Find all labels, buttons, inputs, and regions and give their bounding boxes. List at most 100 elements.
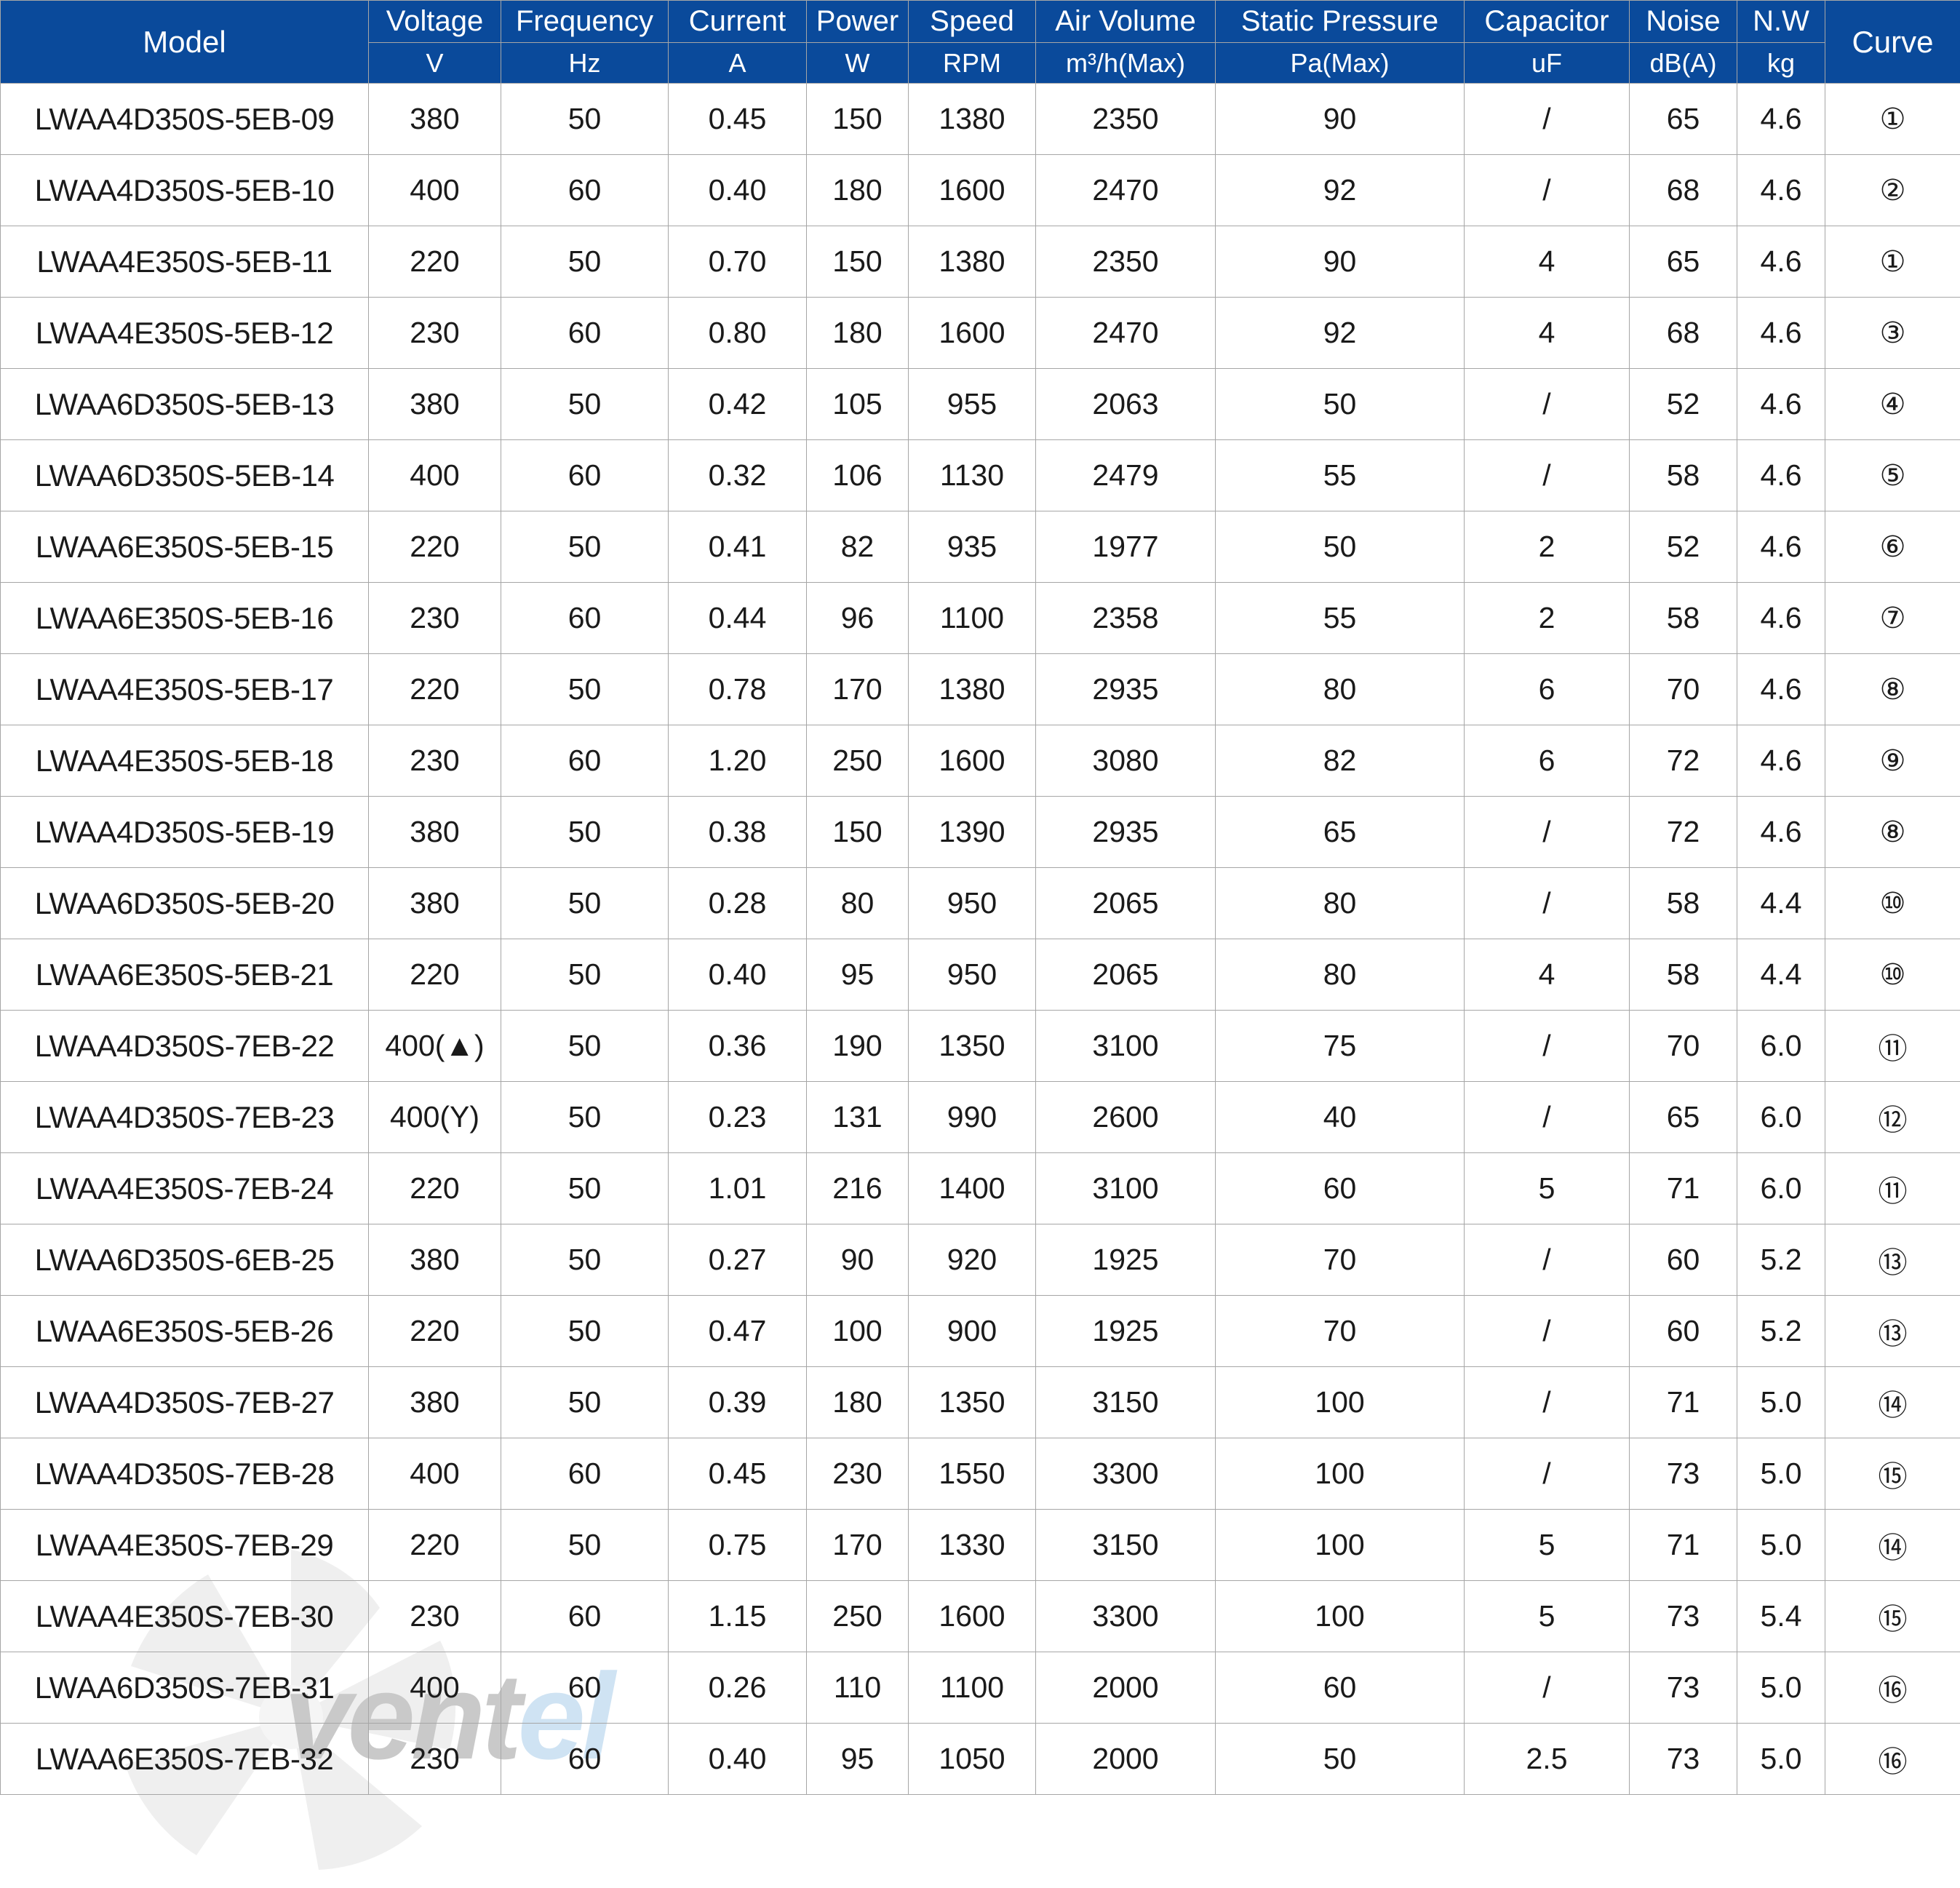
cell-speed: 1380 [908, 226, 1036, 298]
cell-static-pressure: 40 [1215, 1081, 1465, 1153]
spec-table-page: ventel Model Voltage Frequency Current P… [0, 0, 1960, 1888]
cell-capacitor: 4 [1464, 226, 1630, 298]
cell-current: 0.44 [668, 582, 807, 654]
cell-model: LWAA6D350S-7EB-31 [0, 1652, 369, 1724]
cell-model: LWAA6E350S-5EB-21 [0, 939, 369, 1011]
cell-current: 0.23 [668, 1081, 807, 1153]
cell-noise: 52 [1629, 368, 1737, 440]
table-row: LWAA4D350S-7EB-28 400 60 0.45 230 1550 3300 100… [0, 1438, 1960, 1510]
cell-capacitor: / [1464, 154, 1630, 226]
table-header: Model Voltage Frequency Current Power Sp… [0, 0, 1960, 84]
cell-noise: 71 [1629, 1152, 1737, 1224]
column-unit-voltage: V [368, 42, 501, 84]
cell-power: 180 [806, 154, 909, 226]
cell-frequency: 50 [501, 1509, 669, 1581]
cell-speed: 1600 [908, 725, 1036, 797]
cell-voltage: 380 [368, 368, 501, 440]
cell-air-volume: 2065 [1035, 939, 1216, 1011]
cell-frequency: 50 [501, 867, 669, 939]
cell-voltage: 400(▲) [368, 1010, 501, 1082]
cell-nw: 4.4 [1737, 939, 1825, 1011]
cell-noise: 72 [1629, 725, 1737, 797]
cell-capacitor: 2 [1464, 511, 1630, 583]
cell-frequency: 50 [501, 511, 669, 583]
cell-frequency: 60 [501, 1438, 669, 1510]
cell-current: 0.32 [668, 439, 807, 511]
column-unit-noise: dB(A) [1629, 42, 1737, 84]
column-header-model: Model [0, 0, 369, 84]
cell-curve: ⑯ [1825, 1652, 1960, 1724]
table-row: LWAA4D350S-5EB-19 380 50 0.38 150 1390 2935 65/… [0, 796, 1960, 868]
cell-speed: 1050 [908, 1723, 1036, 1795]
cell-current: 0.36 [668, 1010, 807, 1082]
cell-air-volume: 1977 [1035, 511, 1216, 583]
cell-current: 0.80 [668, 297, 807, 369]
cell-frequency: 60 [501, 582, 669, 654]
cell-current: 0.41 [668, 511, 807, 583]
cell-model: LWAA4D350S-7EB-28 [0, 1438, 369, 1510]
cell-frequency: 50 [501, 1295, 669, 1367]
cell-frequency: 60 [501, 1580, 669, 1652]
cell-voltage: 380 [368, 867, 501, 939]
cell-model: LWAA4E350S-5EB-11 [0, 226, 369, 298]
column-header-static-pressure: Static Pressure [1215, 0, 1465, 43]
cell-power: 95 [806, 939, 909, 1011]
cell-voltage: 230 [368, 582, 501, 654]
cell-voltage: 220 [368, 1295, 501, 1367]
cell-model: LWAA4E350S-7EB-29 [0, 1509, 369, 1581]
cell-noise: 73 [1629, 1438, 1737, 1510]
cell-current: 0.26 [668, 1652, 807, 1724]
table-row: LWAA4D350S-7EB-22 400(▲) 50 0.36 190 1350 3100… [0, 1010, 1960, 1082]
cell-curve: ① [1825, 83, 1960, 155]
cell-model: LWAA4E350S-7EB-24 [0, 1152, 369, 1224]
table-row: LWAA4E350S-5EB-18 230 60 1.20 250 1600 3080 82 6… [0, 725, 1960, 797]
cell-capacitor: / [1464, 1295, 1630, 1367]
cell-capacitor: 6 [1464, 653, 1630, 725]
cell-static-pressure: 50 [1215, 511, 1465, 583]
cell-voltage: 380 [368, 1224, 501, 1296]
cell-air-volume: 2600 [1035, 1081, 1216, 1153]
cell-curve: ⑬ [1825, 1224, 1960, 1296]
cell-static-pressure: 90 [1215, 226, 1465, 298]
cell-air-volume: 3150 [1035, 1509, 1216, 1581]
column-unit-static-pressure: Pa(Max) [1215, 42, 1465, 84]
cell-voltage: 230 [368, 1723, 501, 1795]
cell-static-pressure: 70 [1215, 1224, 1465, 1296]
column-unit-capacitor: uF [1464, 42, 1630, 84]
cell-power: 170 [806, 653, 909, 725]
cell-frequency: 60 [501, 1723, 669, 1795]
cell-nw: 4.6 [1737, 297, 1825, 369]
cell-curve: ⑤ [1825, 439, 1960, 511]
cell-curve: ② [1825, 154, 1960, 226]
table-row: LWAA4E350S-5EB-17 220 50 0.78 170 1380 2935 80 6… [0, 653, 1960, 725]
cell-voltage: 220 [368, 1509, 501, 1581]
cell-noise: 60 [1629, 1295, 1737, 1367]
cell-curve: ⑮ [1825, 1580, 1960, 1652]
cell-frequency: 60 [501, 725, 669, 797]
column-unit-frequency: Hz [501, 42, 669, 84]
table-row: LWAA4E350S-5EB-11 220 50 0.70 150 1380 2350 90 4… [0, 226, 1960, 298]
cell-air-volume: 2063 [1035, 368, 1216, 440]
column-header-current: Current [668, 0, 807, 43]
cell-noise: 70 [1629, 653, 1737, 725]
cell-frequency: 50 [501, 1224, 669, 1296]
cell-static-pressure: 100 [1215, 1509, 1465, 1581]
table-row: LWAA4D350S-7EB-23 400(Y) 50 0.23 131 990 2600 4… [0, 1081, 1960, 1153]
cell-frequency: 50 [501, 1010, 669, 1082]
column-unit-current: A [668, 42, 807, 84]
cell-capacitor: / [1464, 867, 1630, 939]
cell-current: 0.40 [668, 154, 807, 226]
cell-capacitor: 6 [1464, 725, 1630, 797]
cell-static-pressure: 92 [1215, 154, 1465, 226]
table-row: LWAA4E350S-7EB-29 220 50 0.75 170 1330 3150 100… [0, 1509, 1960, 1581]
cell-speed: 990 [908, 1081, 1036, 1153]
cell-nw: 5.4 [1737, 1580, 1825, 1652]
cell-nw: 4.6 [1737, 796, 1825, 868]
cell-frequency: 60 [501, 154, 669, 226]
cell-power: 170 [806, 1509, 909, 1581]
cell-noise: 73 [1629, 1652, 1737, 1724]
cell-speed: 900 [908, 1295, 1036, 1367]
cell-curve: ④ [1825, 368, 1960, 440]
cell-voltage: 220 [368, 226, 501, 298]
column-unit-power: W [806, 42, 909, 84]
